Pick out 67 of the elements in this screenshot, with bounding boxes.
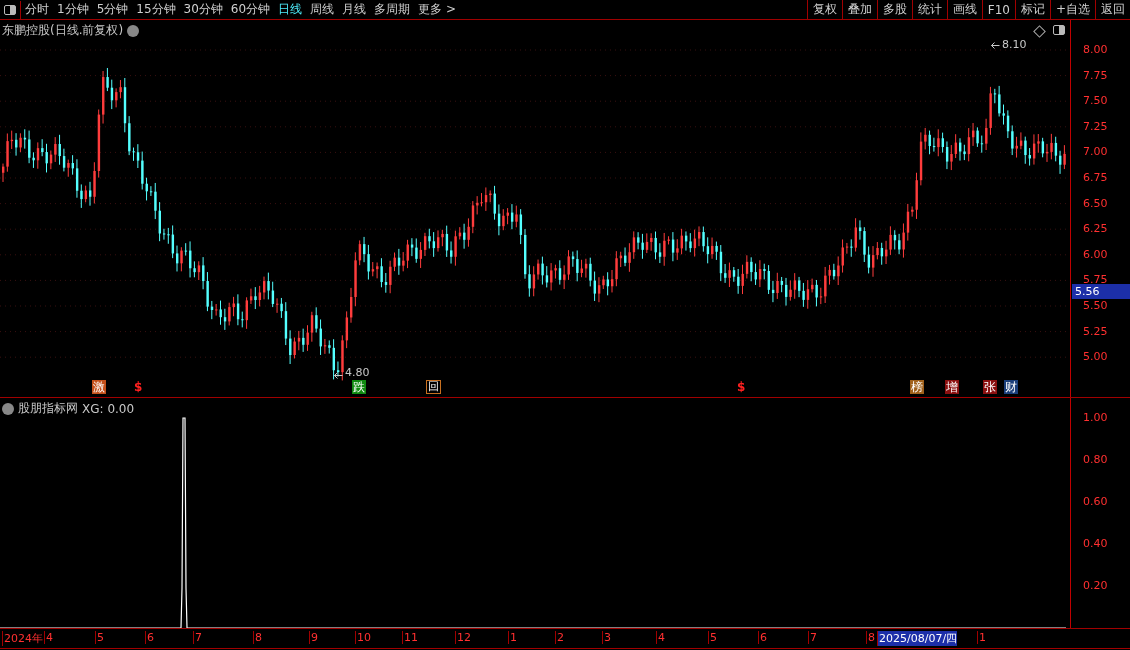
indicator-axis-label: 0.60 — [1083, 495, 1108, 508]
indicator-axis-label: 1.00 — [1083, 411, 1108, 424]
period-tab[interactable]: 分时 — [21, 1, 53, 18]
period-tab[interactable]: 月线 — [338, 1, 371, 18]
current-price-tag: 5.56 — [1072, 284, 1130, 299]
signal-marker: 回 — [426, 380, 441, 394]
time-axis-label: 1 — [508, 631, 517, 644]
price-axis-label: 6.25 — [1083, 222, 1108, 236]
time-axis-label: 2024年 — [2, 631, 43, 646]
time-axis-label: 4 — [44, 631, 53, 644]
time-axis-label: 5 — [95, 631, 104, 644]
price-axis-label: 5.50 — [1083, 299, 1108, 312]
high-price-label: 8.10 — [1002, 38, 1027, 51]
period-tab[interactable]: 15分钟 — [132, 1, 180, 18]
price-axis-label: 8.00 — [1083, 43, 1108, 56]
time-axis-label: 3 — [602, 631, 611, 644]
time-axis-label: 10 — [355, 631, 371, 644]
price-axis-label: 5.00 — [1083, 350, 1108, 364]
price-axis-label: 7.00 — [1083, 145, 1108, 159]
price-axis-label: 5.25 — [1083, 324, 1108, 338]
dollar-signal: $ — [737, 380, 746, 394]
indicator-reading: XG: 0.00 — [82, 401, 135, 416]
time-axis-label: 7 — [808, 631, 817, 644]
time-axis-label: 11 — [402, 631, 418, 644]
time-axis-label: 4 — [656, 631, 665, 644]
indicator-axis-label: 0.40 — [1083, 537, 1108, 550]
time-axis-label: 9 — [309, 631, 318, 644]
signal-marker: 增 — [945, 380, 959, 394]
period-tab[interactable]: 多周期 — [370, 1, 415, 18]
price-axis-label: 6.75 — [1083, 171, 1108, 184]
time-axis-label: 6 — [758, 631, 767, 644]
price-axis-label: 7.25 — [1083, 119, 1108, 133]
time-axis-label: 12 — [455, 631, 471, 644]
signal-marker: 跌 — [352, 380, 366, 394]
time-axis-label: 6 — [145, 631, 154, 644]
time-axis-label: 8 — [253, 631, 262, 644]
time-axis-label: 8 — [866, 631, 875, 644]
indicator-axis-label: 0.80 — [1083, 453, 1108, 466]
signal-marker: 张 — [983, 380, 997, 394]
time-axis-label: 1 — [977, 631, 986, 644]
period-tab[interactable]: 更多 > — [414, 1, 460, 18]
arrow-left-icon — [334, 372, 343, 379]
signal-marker: 激 — [92, 380, 106, 394]
price-axis-label: 7.50 — [1083, 94, 1108, 108]
period-tab[interactable]: 周线 — [306, 1, 339, 18]
period-tab[interactable]: 日线 — [274, 1, 307, 18]
period-tab[interactable]: 30分钟 — [179, 1, 227, 18]
price-axis-label: 7.75 — [1083, 68, 1108, 82]
price-axis-label: 5.75 — [1083, 273, 1108, 287]
low-price-label: 4.80 — [345, 366, 370, 379]
indicator-title: 股朋指标网 — [18, 400, 78, 417]
time-axis-label: 2025/08/07/四 — [877, 631, 958, 646]
time-axis-label: 5 — [708, 631, 717, 644]
panel-toggle-icon[interactable] — [1052, 24, 1066, 36]
price-axis-label: 6.00 — [1083, 247, 1108, 261]
indicator-axis-label: 0.20 — [1083, 579, 1108, 592]
period-tab[interactable]: 5分钟 — [92, 1, 133, 18]
dollar-signal: $ — [134, 380, 143, 394]
time-axis-label: 2 — [555, 631, 564, 644]
signal-marker: 财 — [1004, 380, 1018, 394]
stock-title: 东鹏控股(日线.前复权) — [2, 22, 124, 39]
arrow-left-icon — [991, 42, 1000, 49]
price-axis-label: 6.50 — [1083, 196, 1108, 210]
period-tab[interactable]: 60分钟 — [226, 1, 275, 18]
time-axis-label: 7 — [193, 631, 202, 644]
period-tab[interactable]: 1分钟 — [53, 1, 93, 18]
signal-marker: 榜 — [910, 380, 924, 394]
